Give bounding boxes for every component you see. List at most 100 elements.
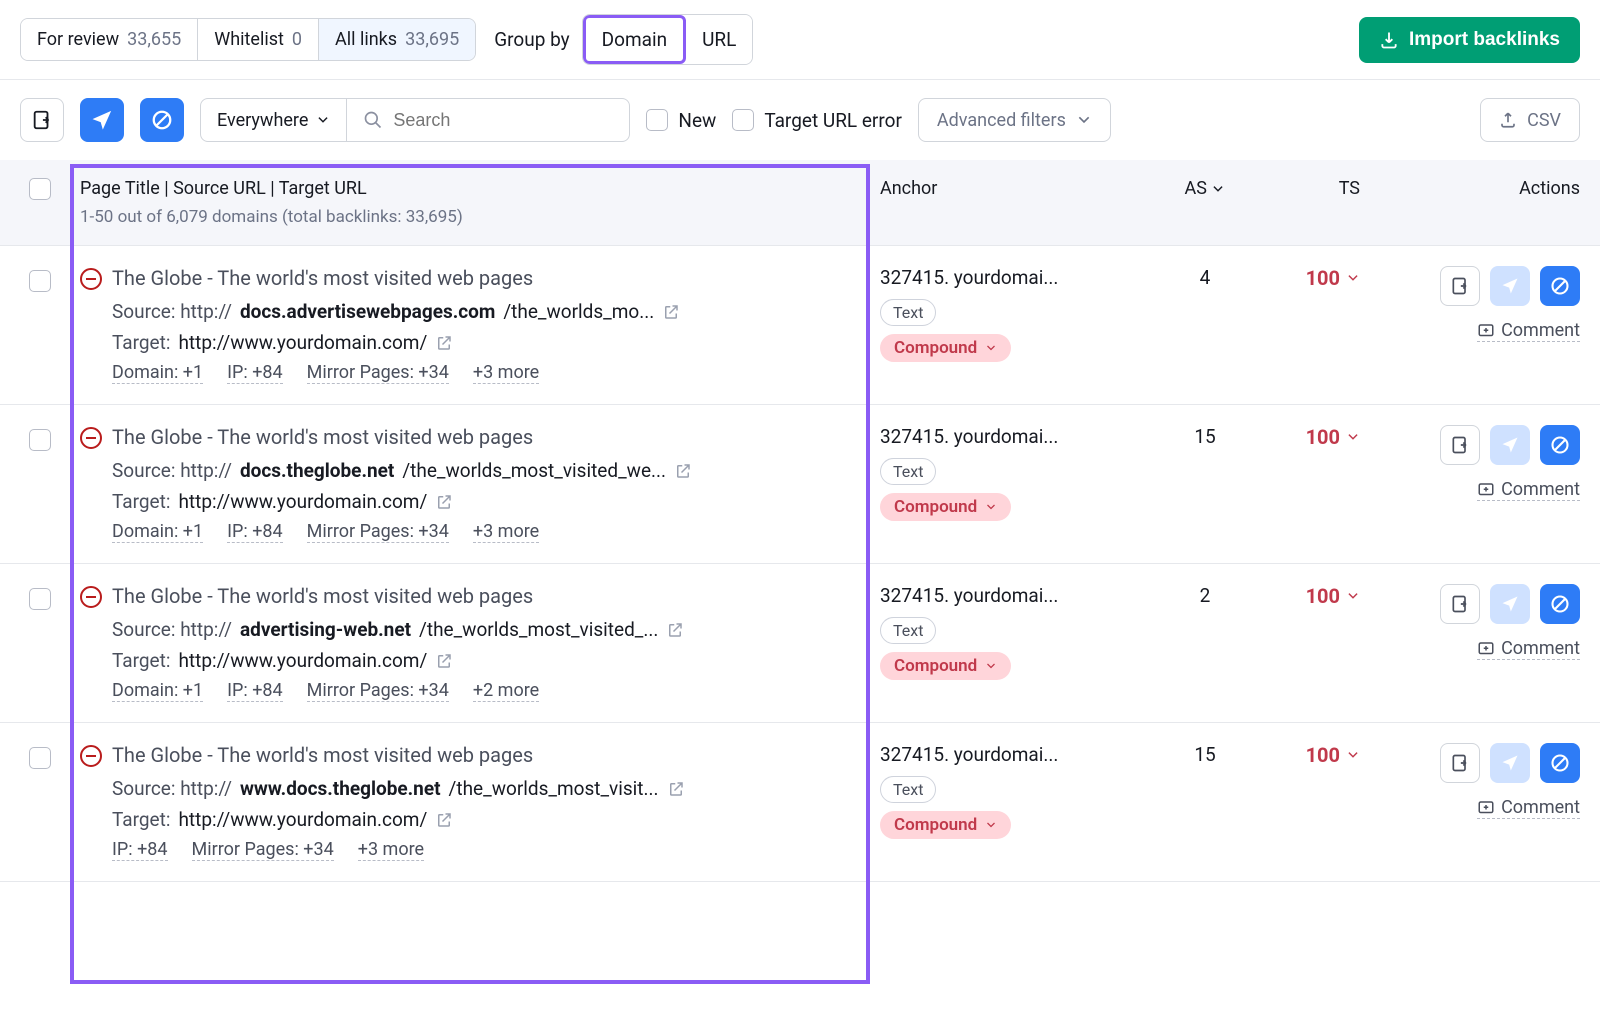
search-input[interactable] [393, 110, 613, 131]
tab-label: Whitelist [214, 29, 284, 50]
row-checkbox[interactable] [29, 270, 51, 292]
tab-for-review[interactable]: For review 33,655 [21, 19, 198, 60]
meta-links: IP: +84 Mirror Pages: +34 +3 more [112, 839, 870, 861]
scope-dropdown[interactable]: Everywhere [201, 99, 347, 141]
as-value: 15 [1160, 425, 1250, 448]
meta-link[interactable]: +2 more [473, 680, 539, 702]
block-icon [151, 109, 173, 131]
col-as-header[interactable]: AS [1160, 178, 1250, 199]
tab-whitelist[interactable]: Whitelist 0 [198, 19, 319, 60]
remove-icon[interactable] [80, 586, 102, 608]
anchor-type-badge: Text [880, 458, 936, 485]
chevron-down-icon [985, 819, 997, 831]
meta-link[interactable]: Mirror Pages: +34 [307, 362, 449, 384]
page-title: The Globe - The world's most visited web… [112, 584, 870, 608]
anchor-text: 327415. yourdomai... [880, 743, 1140, 766]
col-ts-header[interactable]: TS [1260, 178, 1360, 199]
external-link-icon[interactable] [435, 811, 453, 829]
table-row: The Globe - The world's most visited web… [0, 723, 1600, 882]
send-icon [1500, 276, 1520, 296]
comment-link[interactable]: Comment [1477, 638, 1580, 660]
download-icon [1379, 30, 1399, 50]
import-backlinks-button[interactable]: Import backlinks [1359, 17, 1580, 63]
action-send-button[interactable] [1490, 584, 1530, 624]
select-all-checkbox[interactable] [29, 178, 51, 200]
col-anchor-header[interactable]: Anchor [880, 178, 1150, 199]
action-export-button[interactable] [1440, 266, 1480, 306]
group-by-domain[interactable]: Domain [583, 15, 686, 64]
target-line: Target: http://www.yourdomain.com/ [112, 649, 870, 672]
group-by-label: Group by [494, 28, 569, 51]
meta-link[interactable]: IP: +84 [227, 680, 283, 702]
external-link-icon[interactable] [435, 652, 453, 670]
action-send-button[interactable] [1490, 743, 1530, 783]
comment-link[interactable]: Comment [1477, 797, 1580, 819]
action-block-button[interactable] [1540, 743, 1580, 783]
action-export-button[interactable] [1440, 743, 1480, 783]
col-main-header: Page Title | Source URL | Target URL [80, 178, 870, 199]
anchor-text: 327415. yourdomai... [880, 266, 1140, 289]
group-by-url[interactable]: URL [686, 15, 752, 64]
new-filter[interactable]: New [646, 109, 716, 132]
remove-icon[interactable] [80, 745, 102, 767]
action-export-button[interactable] [1440, 584, 1480, 624]
top-tabs-bar: For review 33,655 Whitelist 0 All links … [0, 0, 1600, 80]
external-link-icon[interactable] [435, 493, 453, 511]
meta-link[interactable]: IP: +84 [227, 521, 283, 543]
meta-link[interactable]: Domain: +1 [112, 521, 203, 543]
meta-link[interactable]: Mirror Pages: +34 [192, 839, 334, 861]
block-button[interactable] [140, 98, 184, 142]
row-checkbox[interactable] [29, 747, 51, 769]
ts-value[interactable]: 100 [1260, 425, 1360, 449]
meta-link[interactable]: +3 more [473, 521, 539, 543]
chevron-down-icon [985, 342, 997, 354]
comment-icon [1477, 799, 1495, 817]
table-row: The Globe - The world's most visited web… [0, 246, 1600, 405]
as-value: 2 [1160, 584, 1250, 607]
checkbox-icon [732, 109, 754, 131]
ts-value[interactable]: 100 [1260, 584, 1360, 608]
external-link-icon[interactable] [662, 303, 680, 321]
action-block-button[interactable] [1540, 584, 1580, 624]
row-checkbox[interactable] [29, 588, 51, 610]
meta-link[interactable]: +3 more [473, 362, 539, 384]
tab-all-links[interactable]: All links 33,695 [319, 19, 475, 60]
advanced-filters-dropdown[interactable]: Advanced filters [918, 98, 1111, 142]
action-block-button[interactable] [1540, 425, 1580, 465]
table-header: Page Title | Source URL | Target URL 1-5… [0, 160, 1600, 246]
action-send-button[interactable] [1490, 266, 1530, 306]
anchor-status-badge[interactable]: Compound [880, 652, 1011, 680]
external-link-icon[interactable] [435, 334, 453, 352]
ts-value[interactable]: 100 [1260, 266, 1360, 290]
target-error-filter[interactable]: Target URL error [732, 109, 902, 132]
source-line: Source: http://www.docs.theglobe.net/the… [112, 777, 870, 800]
action-block-button[interactable] [1540, 266, 1580, 306]
export-button[interactable] [20, 98, 64, 142]
meta-link[interactable]: Domain: +1 [112, 362, 203, 384]
row-checkbox[interactable] [29, 429, 51, 451]
external-link-icon[interactable] [674, 462, 692, 480]
export-icon [1450, 276, 1470, 296]
remove-icon[interactable] [80, 268, 102, 290]
meta-link[interactable]: IP: +84 [112, 839, 168, 861]
tab-label: All links [335, 29, 397, 50]
action-send-button[interactable] [1490, 425, 1530, 465]
meta-link[interactable]: IP: +84 [227, 362, 283, 384]
action-export-button[interactable] [1440, 425, 1480, 465]
remove-icon[interactable] [80, 427, 102, 449]
comment-link[interactable]: Comment [1477, 320, 1580, 342]
comment-link[interactable]: Comment [1477, 479, 1580, 501]
anchor-status-badge[interactable]: Compound [880, 334, 1011, 362]
ts-value[interactable]: 100 [1260, 743, 1360, 767]
meta-link[interactable]: Mirror Pages: +34 [307, 680, 449, 702]
upload-icon [1499, 111, 1517, 129]
meta-link[interactable]: +3 more [358, 839, 424, 861]
anchor-status-badge[interactable]: Compound [880, 493, 1011, 521]
external-link-icon[interactable] [667, 780, 685, 798]
external-link-icon[interactable] [666, 621, 684, 639]
export-csv-button[interactable]: CSV [1480, 98, 1580, 142]
send-button[interactable] [80, 98, 124, 142]
meta-link[interactable]: Domain: +1 [112, 680, 203, 702]
meta-link[interactable]: Mirror Pages: +34 [307, 521, 449, 543]
anchor-status-badge[interactable]: Compound [880, 811, 1011, 839]
